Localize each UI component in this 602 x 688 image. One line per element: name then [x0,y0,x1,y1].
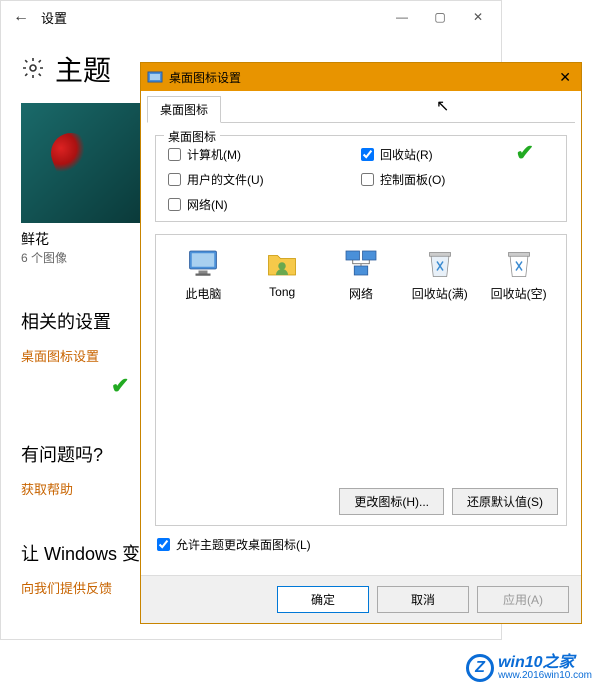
checkbox-recycle[interactable]: 回收站(R)✔ [361,146,554,163]
checkmark-icon: ✔ [111,373,129,398]
settings-titlebar: ← 设置 — ▢ ✕ [1,1,501,33]
icon-network[interactable]: 网络 [326,245,396,302]
group-label: 桌面图标 [164,128,220,145]
gear-icon [21,56,45,83]
watermark: Z win10之家 www.2016win10.com [466,654,592,682]
checkmark-icon: ✔ [516,140,534,166]
tab-strip: 桌面图标 [147,95,575,123]
checkbox-userfiles[interactable]: 用户的文件(U) [168,171,361,188]
dialog-icon [147,69,163,85]
ok-button[interactable]: 确定 [277,586,369,613]
logo-icon: Z [466,654,494,682]
back-button[interactable]: ← [9,8,33,26]
cancel-button[interactable]: 取消 [377,586,469,613]
maximize-button[interactable]: ▢ [429,6,451,28]
tab-desktop-icons[interactable]: 桌面图标 [147,96,221,123]
allow-theme-row: 允许主题更改桌面图标(L) [155,526,567,563]
close-button[interactable]: ✕ [467,6,489,28]
checkbox-computer[interactable]: 计算机(M) [168,146,361,163]
icon-list: 此电脑 Tong 网络 回收站(满) [155,234,567,526]
tab-content: 桌面图标 计算机(M) 用户的文件(U) 网络(N) 回收站(R)✔ 控制面板(… [141,123,581,575]
dialog-title: 桌面图标设置 [163,69,535,86]
checkbox-allow-theme[interactable]: 允许主题更改桌面图标(L) [157,536,565,553]
dialog-titlebar: 桌面图标设置 ✕ [141,63,581,91]
restore-default-button[interactable]: 还原默认值(S) [452,488,558,515]
minimize-button[interactable]: — [391,6,413,28]
icon-recycle-full[interactable]: 回收站(满) [405,245,475,302]
dialog-footer: 确定 取消 应用(A) [141,575,581,623]
page-title: 主题 [55,49,111,89]
desktop-icon-dialog: 桌面图标设置 ✕ 桌面图标 桌面图标 计算机(M) 用户的文件(U) 网络(N)… [140,62,582,624]
dialog-close-button[interactable]: ✕ [535,69,575,86]
checkbox-network[interactable]: 网络(N) [168,196,361,213]
window-controls: — ▢ ✕ [391,6,489,28]
icon-user-folder[interactable]: Tong [247,245,317,302]
checkbox-control[interactable]: 控制面板(O) [361,171,554,188]
apply-button[interactable]: 应用(A) [477,586,569,613]
watermark-url: www.2016win10.com [498,671,592,681]
icon-recycle-empty[interactable]: 回收站(空) [484,245,554,302]
theme-thumbnail[interactable] [21,103,141,223]
desktop-icons-group: 桌面图标 计算机(M) 用户的文件(U) 网络(N) 回收站(R)✔ 控制面板(… [155,135,567,222]
dialog-body: 桌面图标 桌面图标 计算机(M) 用户的文件(U) 网络(N) 回收站(R)✔ … [141,91,581,623]
watermark-brand: win10之家 [498,655,592,671]
window-title: 设置 [33,8,391,27]
icon-this-pc[interactable]: 此电脑 [168,245,238,302]
change-icon-button[interactable]: 更改图标(H)... [339,488,444,515]
